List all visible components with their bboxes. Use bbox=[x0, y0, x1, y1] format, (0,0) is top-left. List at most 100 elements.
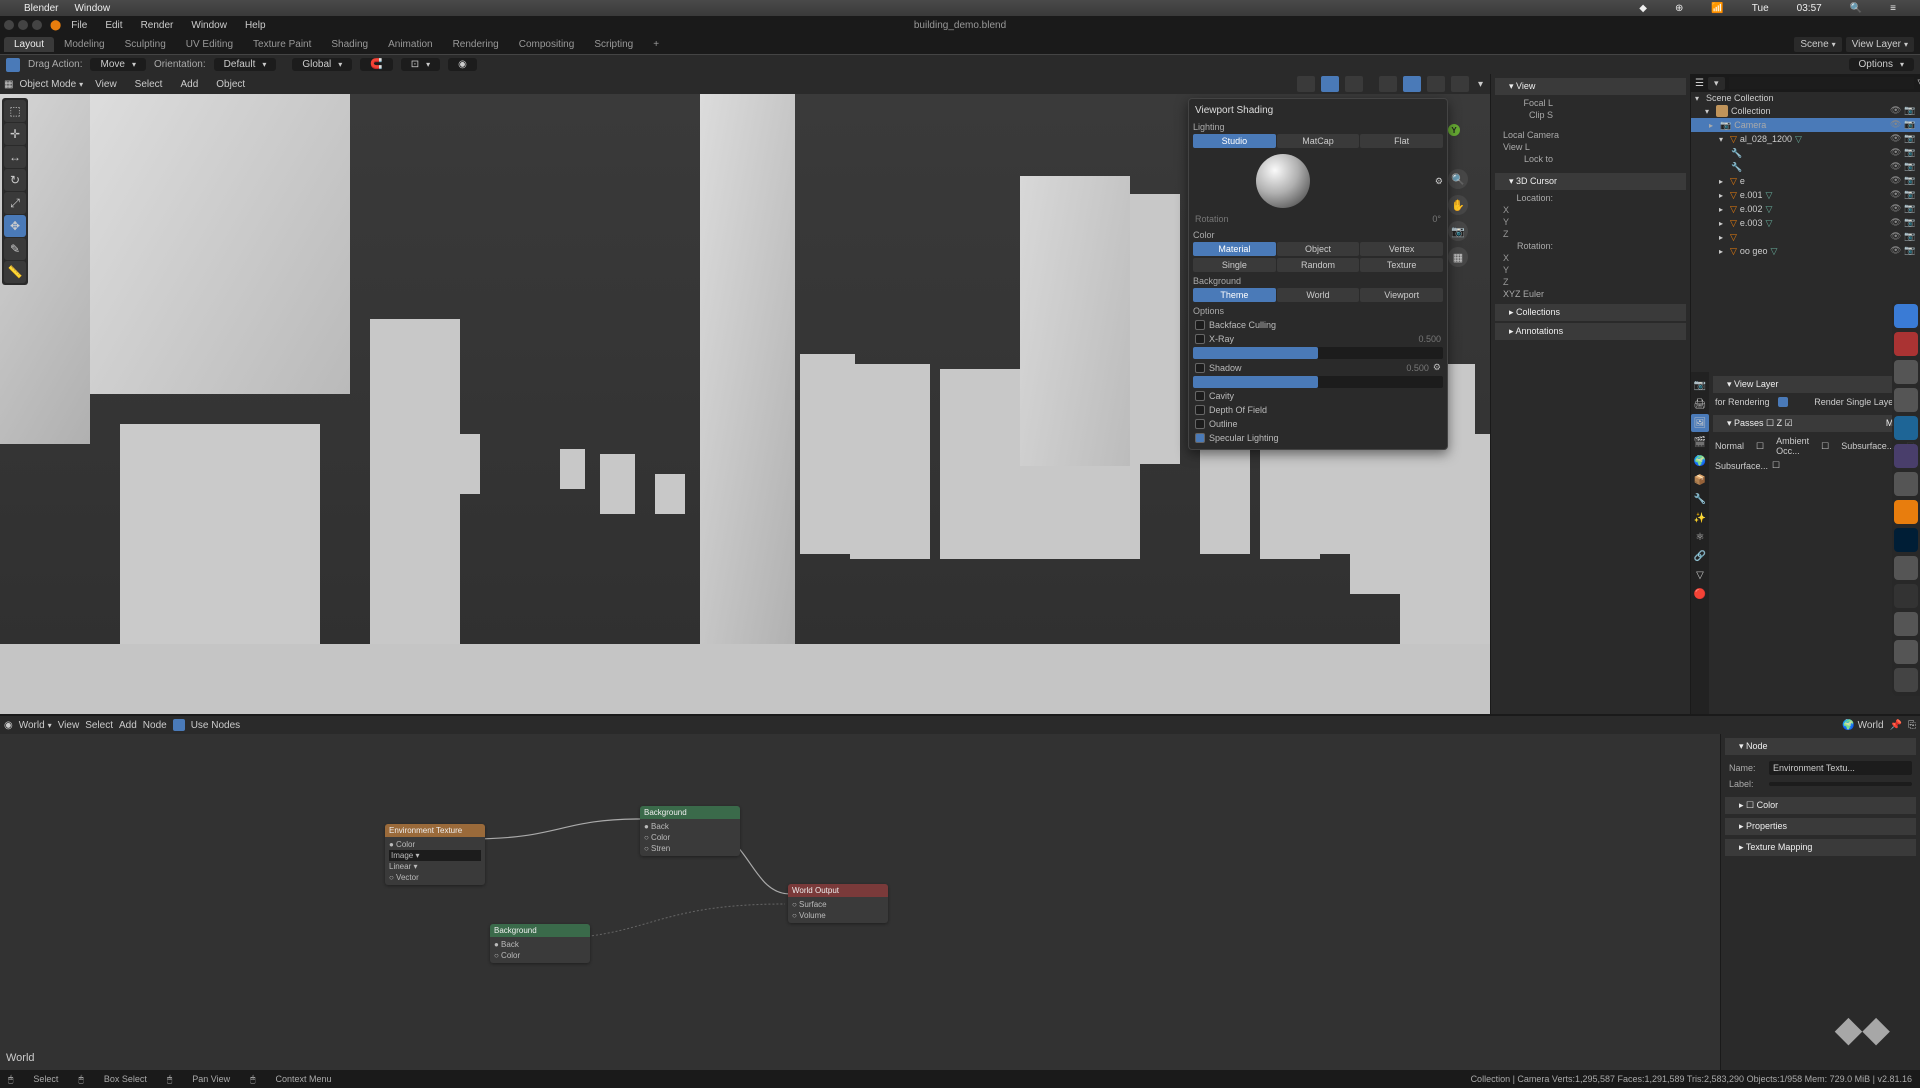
status-icon[interactable]: ◆ bbox=[1639, 3, 1647, 14]
viewport-content[interactable]: ⬚ ✛ ↔ ↻ ⤢ ✥ ✎ 📏 X Y Z 🔍 ✋ 📷 ▦ bbox=[0, 94, 1490, 714]
traffic-max[interactable] bbox=[32, 20, 42, 30]
shading-rendered[interactable] bbox=[1451, 76, 1469, 92]
ne-view[interactable]: View bbox=[58, 720, 80, 731]
ws-animation[interactable]: Animation bbox=[378, 37, 442, 52]
tab-modifier[interactable]: 🔧 bbox=[1691, 490, 1709, 508]
opt-backface[interactable]: Backface Culling bbox=[1193, 318, 1443, 332]
dock-icon[interactable] bbox=[1894, 360, 1918, 384]
rot-mode[interactable]: XYZ Euler bbox=[1503, 289, 1544, 299]
shading-matpreview[interactable] bbox=[1427, 76, 1445, 92]
sock-vector[interactable]: ○ Vector bbox=[389, 872, 481, 883]
tab-particle[interactable]: ✨ bbox=[1691, 509, 1709, 527]
tab-viewlayer[interactable]: 🖼 bbox=[1691, 414, 1709, 432]
opt-dof[interactable]: Depth Of Field bbox=[1193, 403, 1443, 417]
drag-action[interactable]: Move bbox=[90, 58, 145, 71]
menu-render[interactable]: Render bbox=[133, 19, 182, 32]
ws-layout[interactable]: Layout bbox=[4, 37, 54, 52]
out-camera[interactable]: ▸📷Camera👁📷 bbox=[1691, 118, 1920, 132]
transform-orient[interactable]: Global bbox=[292, 58, 352, 71]
ne-select[interactable]: Select bbox=[85, 720, 113, 731]
ortho-icon[interactable]: ▦ bbox=[1448, 247, 1468, 267]
tab-physics[interactable]: ⚛ bbox=[1691, 528, 1709, 546]
sock-surface[interactable]: ○ Surface bbox=[792, 899, 884, 910]
zoom-icon[interactable]: 🔍 bbox=[1448, 169, 1468, 189]
pan-icon[interactable]: ✋ bbox=[1448, 195, 1468, 215]
sock-color[interactable]: ● Color bbox=[389, 839, 481, 850]
color-vertex[interactable]: Vertex bbox=[1360, 242, 1443, 256]
viewlayer-hdr[interactable]: ▾ View Layer bbox=[1713, 376, 1916, 393]
opt-shadow[interactable]: Shadow0.500 bbox=[1193, 360, 1443, 375]
tool-rotate[interactable]: ↻ bbox=[4, 169, 26, 191]
shader-type[interactable]: World bbox=[19, 720, 52, 731]
dock-icon[interactable] bbox=[1894, 444, 1918, 468]
dock-icon[interactable] bbox=[1894, 472, 1918, 496]
sock-linear[interactable]: Linear ▾ bbox=[389, 861, 481, 872]
tool-select[interactable]: ⬚ bbox=[4, 100, 26, 122]
gear-icon[interactable] bbox=[1435, 176, 1443, 187]
out-obj[interactable]: ▸▽e👁📷 bbox=[1691, 174, 1920, 188]
display-mode[interactable]: ▾ bbox=[1708, 77, 1725, 90]
tool-move[interactable]: ↔ bbox=[4, 146, 26, 168]
opt-cavity[interactable]: Cavity bbox=[1193, 389, 1443, 403]
outliner-editor-icon[interactable]: ☰ bbox=[1695, 78, 1704, 89]
sock-image[interactable]: Image ▾ bbox=[389, 850, 481, 861]
sock-strength[interactable]: ○ Stren bbox=[644, 843, 736, 854]
tool-annotate[interactable]: ✎ bbox=[4, 238, 26, 260]
ws-shading[interactable]: Shading bbox=[321, 37, 378, 52]
matcap-preview[interactable] bbox=[1256, 154, 1310, 208]
dock-icon[interactable] bbox=[1894, 640, 1918, 664]
node-background[interactable]: Background ● Back ○ Color ○ Stren bbox=[640, 806, 740, 856]
light-studio[interactable]: Studio bbox=[1193, 134, 1276, 148]
tool-cursor[interactable]: ✛ bbox=[4, 123, 26, 145]
sock-out[interactable]: ● Back bbox=[644, 821, 736, 832]
prop-edit[interactable]: ◉ bbox=[448, 58, 477, 71]
color-single[interactable]: Single bbox=[1193, 258, 1276, 272]
menu-icon[interactable]: ≡ bbox=[1890, 3, 1896, 14]
axis-y[interactable]: Y bbox=[1448, 124, 1460, 136]
tab-render[interactable]: 📷 bbox=[1691, 376, 1709, 394]
traffic-close[interactable] bbox=[4, 20, 14, 30]
orientation[interactable]: Default bbox=[214, 58, 277, 71]
camera-icon[interactable]: 📷 bbox=[1448, 221, 1468, 241]
view-lock[interactable]: View L bbox=[1503, 142, 1530, 152]
out-obj[interactable]: ▸▽oo geo▽👁📷 bbox=[1691, 244, 1920, 258]
options[interactable]: Options bbox=[1849, 58, 1914, 71]
sock-out[interactable]: ● Back bbox=[494, 939, 586, 950]
bg-theme[interactable]: Theme bbox=[1193, 288, 1276, 302]
node-background2[interactable]: Background ● Back ○ Color bbox=[490, 924, 590, 963]
world-selector[interactable]: 🌍 World bbox=[1842, 720, 1883, 731]
dock-icon[interactable] bbox=[1894, 304, 1918, 328]
opt-specular[interactable]: Specular Lighting bbox=[1193, 431, 1443, 445]
tool-measure[interactable]: 📏 bbox=[4, 261, 26, 283]
opt-xray[interactable]: X-Ray0.500 bbox=[1193, 332, 1443, 346]
xray-toggle[interactable] bbox=[1345, 76, 1363, 92]
overlay-toggle[interactable] bbox=[1321, 76, 1339, 92]
out-modifier[interactable]: 🔧👁📷 bbox=[1691, 160, 1920, 174]
out-obj[interactable]: ▾▽al_028_1200▽👁📷 bbox=[1691, 132, 1920, 146]
use-nodes-check[interactable] bbox=[173, 719, 185, 731]
vp-menu-select[interactable]: Select bbox=[129, 78, 169, 91]
ws-rendering[interactable]: Rendering bbox=[443, 37, 509, 52]
tab-constraint[interactable]: 🔗 bbox=[1691, 547, 1709, 565]
ne-node[interactable]: Node bbox=[143, 720, 167, 731]
tab-material[interactable]: 🔴 bbox=[1691, 585, 1709, 603]
light-matcap[interactable]: MatCap bbox=[1277, 134, 1360, 148]
view-panel-header[interactable]: ▾ View bbox=[1495, 78, 1686, 95]
texmap-panel[interactable]: ▸ Texture Mapping bbox=[1725, 839, 1916, 856]
ws-texpaint[interactable]: Texture Paint bbox=[243, 37, 321, 52]
ws-sculpting[interactable]: Sculpting bbox=[115, 37, 176, 52]
out-obj[interactable]: ▸▽e.003▽👁📷 bbox=[1691, 216, 1920, 230]
sock-volume[interactable]: ○ Volume bbox=[792, 910, 884, 921]
props-panel[interactable]: ▸ Properties bbox=[1725, 818, 1916, 835]
passes-hdr[interactable]: ▾ Passes Mist ☐ Z ☑ bbox=[1713, 415, 1916, 432]
dock-icon[interactable] bbox=[1894, 584, 1918, 608]
shading-wireframe[interactable] bbox=[1379, 76, 1397, 92]
use-render-check[interactable] bbox=[1778, 397, 1788, 407]
outliner[interactable]: ▾Scene Collection ▾Collection👁📷 ▸📷Camera… bbox=[1691, 92, 1920, 372]
tab-object[interactable]: 📦 bbox=[1691, 471, 1709, 489]
dock-icon[interactable] bbox=[1894, 500, 1918, 524]
vp-menu-add[interactable]: Add bbox=[174, 78, 204, 91]
window-menu[interactable]: Window bbox=[74, 3, 110, 14]
tab-data[interactable]: ▽ bbox=[1691, 566, 1709, 584]
ws-compositing[interactable]: Compositing bbox=[509, 37, 585, 52]
